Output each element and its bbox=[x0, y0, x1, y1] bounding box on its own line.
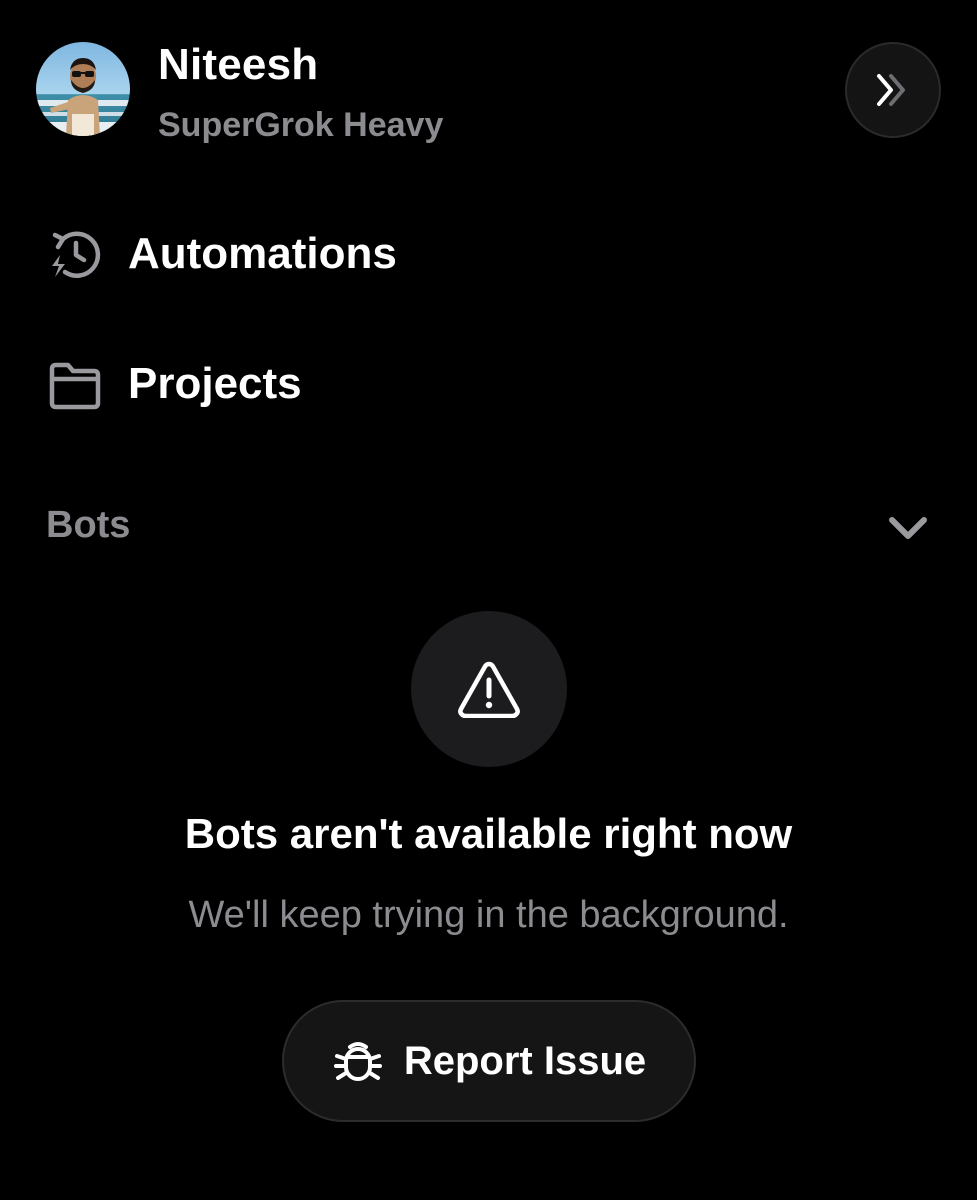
nav-item-automations[interactable]: Automations bbox=[46, 222, 397, 286]
nav-item-label: Projects bbox=[128, 359, 302, 408]
profile-header: Niteesh SuperGrok Heavy bbox=[36, 40, 941, 144]
avatar[interactable] bbox=[36, 42, 130, 136]
bots-section-header[interactable]: Bots bbox=[46, 500, 930, 556]
warning-badge bbox=[411, 611, 567, 767]
empty-state-subtitle: We'll keep trying in the background. bbox=[188, 894, 789, 936]
report-issue-label: Report Issue bbox=[403, 1038, 647, 1083]
empty-state-title: Bots aren't available right now bbox=[184, 810, 793, 857]
folder-icon bbox=[46, 355, 104, 413]
expand-sidebar-button[interactable] bbox=[845, 42, 941, 138]
warning-triangle-icon bbox=[458, 661, 520, 718]
user-name: Niteesh bbox=[158, 40, 319, 89]
bug-icon bbox=[332, 1035, 384, 1087]
subscription-plan: SuperGrok Heavy bbox=[158, 106, 444, 144]
report-issue-button[interactable]: Report Issue bbox=[282, 1000, 696, 1122]
history-bolt-icon bbox=[46, 225, 104, 283]
section-title: Bots bbox=[46, 504, 131, 546]
double-chevron-right-icon bbox=[877, 74, 905, 106]
nav-item-label: Automations bbox=[128, 229, 397, 278]
nav-item-projects[interactable]: Projects bbox=[46, 352, 302, 416]
memoji-avatar-icon bbox=[36, 42, 130, 136]
chevron-down-icon[interactable] bbox=[886, 508, 930, 548]
